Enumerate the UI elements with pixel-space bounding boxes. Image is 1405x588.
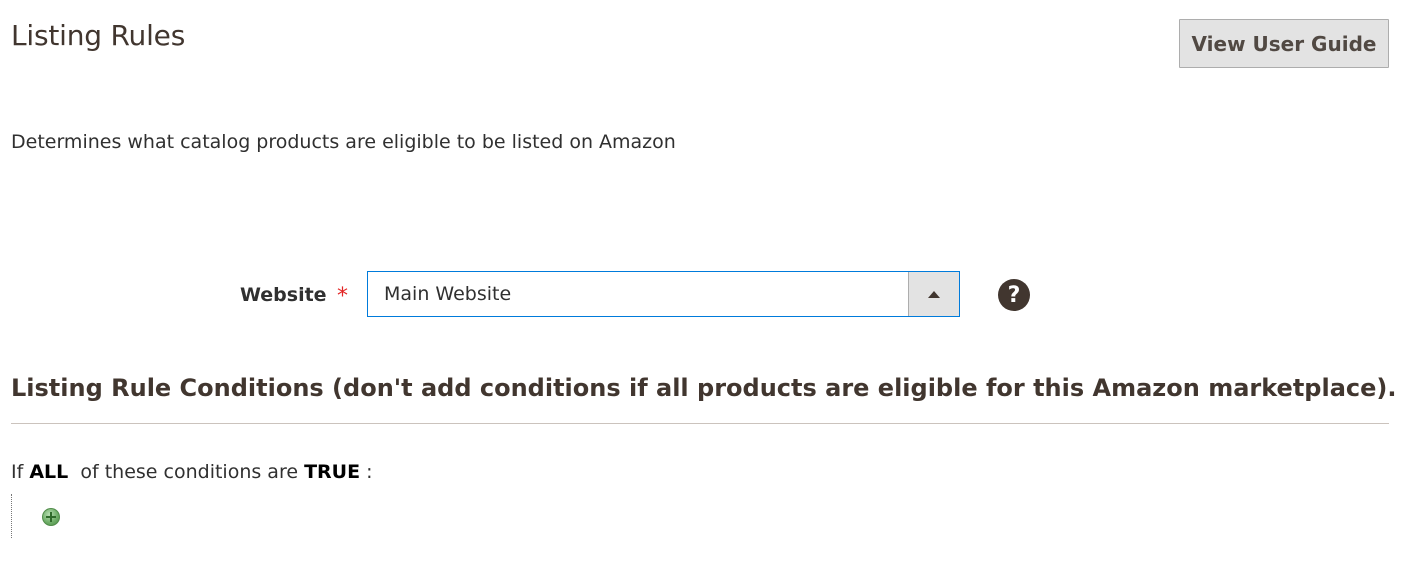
- view-user-guide-button[interactable]: View User Guide: [1179, 19, 1389, 68]
- website-select[interactable]: Main Website: [367, 271, 960, 317]
- value-selector[interactable]: TRUE: [304, 461, 360, 483]
- page-description: Determines what catalog products are eli…: [11, 131, 676, 153]
- page-title: Listing Rules: [11, 19, 186, 52]
- required-indicator: *: [337, 284, 348, 309]
- condition-prefix: If: [11, 461, 24, 483]
- website-select-value: Main Website: [384, 283, 512, 305]
- section-divider: [11, 423, 1389, 424]
- condition-tree-line: [11, 494, 12, 538]
- condition-suffix: :: [366, 461, 373, 483]
- dropdown-toggle[interactable]: [908, 272, 959, 316]
- caret-up-icon: [928, 290, 940, 298]
- conditions-section-title: Listing Rule Conditions (don't add condi…: [11, 374, 1397, 402]
- add-condition-plus-icon[interactable]: [42, 508, 60, 526]
- condition-middle-text: of these conditions are: [80, 461, 299, 483]
- website-label: Website: [240, 284, 327, 306]
- aggregator-selector[interactable]: ALL: [29, 461, 68, 483]
- condition-statement: If ALL of these conditions are TRUE :: [11, 461, 373, 483]
- listing-rules-page: Listing Rules View User Guide Determines…: [0, 0, 1405, 588]
- question-circle-icon[interactable]: ?: [998, 279, 1030, 311]
